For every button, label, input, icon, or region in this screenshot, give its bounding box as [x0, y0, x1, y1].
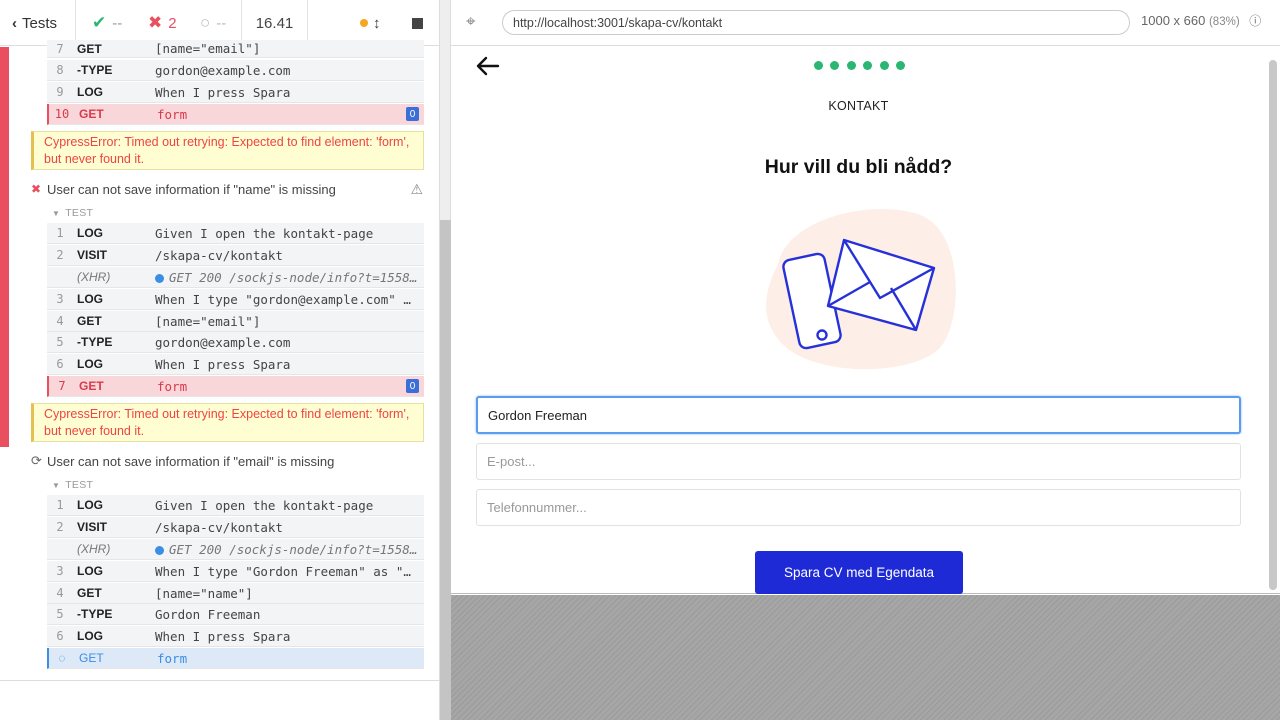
check-icon: ✔ — [92, 13, 107, 32]
command-row[interactable]: 8 -TYPE gordon@example.com — [47, 60, 424, 81]
url-bar[interactable]: http://localhost:3001/skapa-cv/kontakt — [502, 10, 1130, 35]
command-row[interactable]: 2 VISIT /skapa-cv/kontakt — [47, 245, 424, 266]
command-row[interactable]: 1 LOG Given I open the kontakt-page — [47, 495, 424, 516]
page-label: KONTAKT — [828, 99, 889, 113]
name-input[interactable] — [476, 396, 1241, 434]
refresh-icon: ⟳ — [31, 453, 42, 468]
phone-envelope-illustration — [766, 209, 956, 370]
progress-step — [847, 61, 856, 70]
test-reporter: ‹ Tests ✔ -- ✖ 2 ○ -- 16.41 ↕ 7 GET [nam… — [0, 0, 439, 720]
reporter-scrollbar-thumb[interactable] — [440, 220, 451, 720]
app-scrollbar-thumb[interactable] — [1269, 60, 1277, 590]
panel-resizer[interactable] — [439, 0, 451, 720]
progress-step — [880, 61, 889, 70]
page-heading: Hur vill du bli nådd? — [764, 156, 953, 178]
pending-circle-icon: ○ — [200, 13, 211, 32]
command-row[interactable]: 1 LOG Given I open the kontakt-page — [47, 223, 424, 244]
chevron-left-icon: ‹ — [12, 14, 17, 32]
email-input[interactable] — [476, 443, 1241, 480]
reporter-footer — [0, 680, 439, 720]
selector-playground-icon[interactable]: ⌖ — [466, 12, 476, 32]
x-icon: ✖ — [148, 13, 163, 32]
phone-input[interactable] — [476, 489, 1241, 526]
command-row[interactable]: 2 VISIT /skapa-cv/kontakt — [47, 517, 424, 538]
command-row[interactable]: 6 LOG When I press Spara — [47, 354, 424, 375]
viewport-background — [451, 595, 1280, 720]
test-label: ▼ TEST — [52, 207, 94, 219]
command-row-failed[interactable]: 7 GET form 0 — [47, 376, 424, 397]
command-row[interactable]: 7 GET [name="email"] — [47, 40, 424, 58]
status-dot-icon — [360, 19, 368, 27]
command-row-xhr[interactable]: (XHR) GET 200 /sockjs-node/info?t=15584… — [47, 539, 424, 560]
info-icon[interactable]: ⓘ — [1249, 14, 1261, 28]
viewport-info: 1000 x 660 (83%) ⓘ — [1141, 13, 1262, 28]
progress-step — [863, 61, 872, 70]
status-dot-icon — [155, 545, 164, 555]
caret-down-icon: ▼ — [52, 480, 61, 490]
progress-step — [896, 61, 905, 70]
test-label: ▼ TEST — [52, 479, 94, 491]
tests-label: Tests — [22, 14, 58, 32]
caret-down-icon: ▼ — [52, 208, 61, 218]
x-icon: ✖ — [31, 182, 42, 196]
command-row[interactable]: 6 LOG When I press Spara — [47, 626, 424, 647]
element-count-badge: 0 — [406, 107, 419, 121]
element-count-badge: 0 — [406, 379, 419, 393]
command-row[interactable]: 4 GET [name="email"] — [47, 311, 424, 332]
failed-suite-bar — [0, 47, 9, 447]
command-row[interactable]: 9 LOG When I press Spara — [47, 82, 424, 103]
progress-step — [814, 61, 823, 70]
command-row[interactable]: 3 LOG When I type "gordon@example.com" a… — [47, 289, 424, 310]
stop-icon — [412, 17, 423, 29]
scroll-arrows-icon: ↕ — [373, 14, 381, 32]
command-row-xhr[interactable]: (XHR) GET 200 /sockjs-node/info?t=15584… — [47, 267, 424, 288]
status-dot-icon — [155, 273, 164, 283]
error-message[interactable]: CypressError: Timed out retrying: Expect… — [31, 131, 424, 170]
back-arrow-icon[interactable] — [474, 54, 500, 78]
progress-step — [830, 61, 839, 70]
test-title-name-missing[interactable]: ✖ User can not save information if "name… — [31, 179, 431, 199]
test-title-email-missing[interactable]: ⟳ User can not save information if "emai… — [31, 451, 431, 471]
error-message[interactable]: CypressError: Timed out retrying: Expect… — [31, 403, 424, 442]
command-row-failed[interactable]: 10 GET form 0 — [47, 104, 424, 125]
command-row-pending[interactable]: ◌ GET form — [47, 648, 424, 669]
command-row[interactable]: 5 -TYPE gordon@example.com — [47, 332, 424, 353]
command-row[interactable]: 4 GET [name="name"] — [47, 583, 424, 604]
command-row[interactable]: 3 LOG When I type "Gordon Freeman" as "n… — [47, 561, 424, 582]
command-row[interactable]: 5 -TYPE Gordon Freeman — [47, 604, 424, 625]
save-cv-button[interactable]: Spara CV med Egendata — [755, 551, 963, 594]
warning-icon: ⚠ — [410, 180, 423, 197]
spinner-icon: ◌ — [58, 651, 66, 665]
